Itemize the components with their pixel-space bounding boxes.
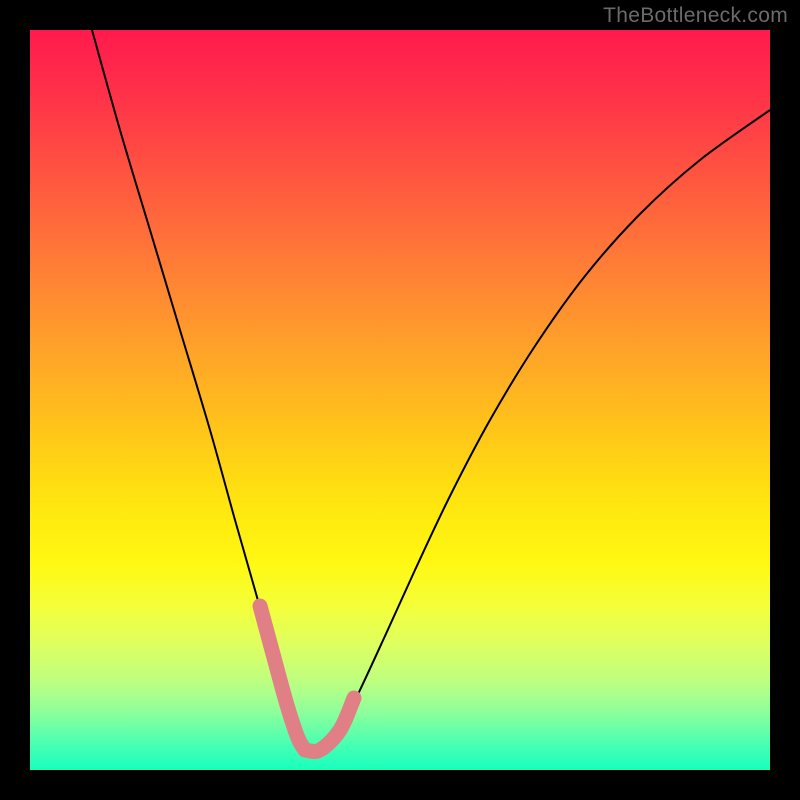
bottleneck-curve <box>92 30 770 752</box>
chart-frame: TheBottleneck.com <box>0 0 800 800</box>
highlight-segment-left <box>260 606 305 750</box>
highlight-segment-right <box>305 698 354 751</box>
plot-area <box>30 30 770 770</box>
curve-svg <box>30 30 770 770</box>
watermark-text: TheBottleneck.com <box>603 4 788 28</box>
